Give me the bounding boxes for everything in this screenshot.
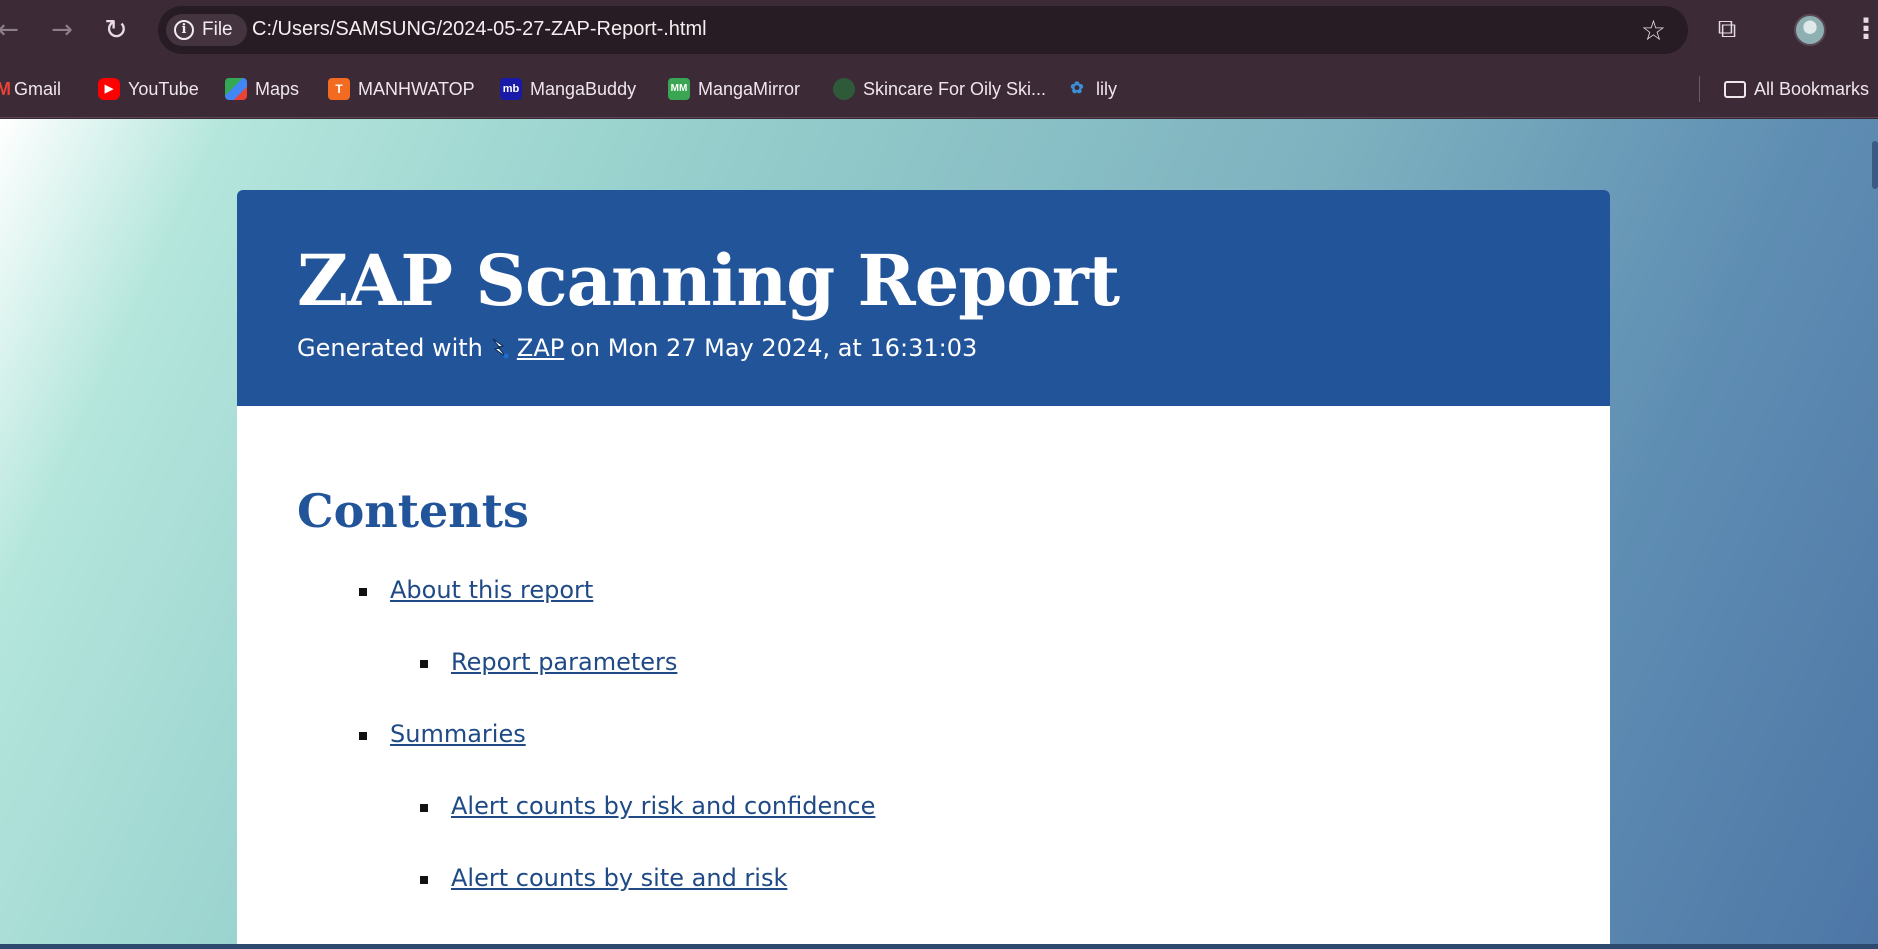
toc-item: About this report [297,576,1550,648]
menu-icon[interactable]: ⋮ [1852,12,1878,45]
all-bookmarks-button[interactable]: All Bookmarks [1724,74,1869,104]
extensions-icon[interactable]: ⧉ [1712,14,1742,44]
bookmark-label: MangaBuddy [530,78,637,99]
generated-suffix: on Mon 27 May 2024, at 16:31:03 [570,334,978,362]
bookmark-label: Skincare For Oily Ski... [863,78,1047,99]
toc-link-summaries[interactable]: Summaries [390,720,526,748]
gmail-icon: M [0,79,11,99]
toc-item: Alert counts by risk and confidence [297,792,1550,864]
report-card: ZAP Scanning Report Generated with ZAP o… [237,190,1610,949]
bullet-icon [359,588,367,596]
bookmark-skincare[interactable]: Skincare For Oily Ski... [833,74,1046,104]
report-header: ZAP Scanning Report Generated with ZAP o… [237,190,1610,406]
manhwatop-icon: T [328,78,350,100]
reload-button[interactable]: ↻ [98,12,134,48]
address-bar[interactable]: i File C:/Users/SAMSUNG/2024-05-27-ZAP-R… [158,6,1688,54]
bookmark-maps[interactable]: Maps [225,74,299,104]
scrollbar-thumb[interactable] [1872,141,1878,189]
report-title: ZAP Scanning Report [297,239,1120,322]
bookmarks-bar: M Gmail ▶ YouTube Maps T MANHWATOP mb Ma… [0,60,1878,118]
bookmark-lily[interactable]: ✿ lily [1066,74,1117,104]
contents-heading: Contents [297,484,529,538]
mangamirror-icon: MM [668,78,690,100]
back-button[interactable]: ← [0,12,26,48]
all-bookmarks-label: All Bookmarks [1754,78,1870,99]
bookmark-mangabuddy[interactable]: mb MangaBuddy [500,74,636,104]
generated-prefix: Generated with [297,334,483,362]
folder-icon [1724,80,1746,98]
site-info-chip[interactable]: i File [166,14,247,46]
bookmark-label: lily [1096,78,1117,99]
browser-toolbar: ← → ↻ i File C:/Users/SAMSUNG/2024-05-27… [0,0,1878,60]
mangabuddy-icon: mb [500,78,522,100]
bookmark-mangamirror[interactable]: MM MangaMirror [668,74,800,104]
bottom-edge [0,944,1878,949]
bookmark-star-icon[interactable]: ☆ [1641,14,1666,47]
toc-link-alert-counts-risk-confidence[interactable]: Alert counts by risk and confidence [451,792,875,820]
bookmark-manhwatop[interactable]: T MANHWATOP [328,74,475,104]
maps-icon [225,78,247,100]
toc-item: Summaries [297,720,1550,792]
toc-item: Alert counts by site and risk [297,864,1550,936]
skincare-icon [833,78,855,100]
info-icon: i [174,20,194,40]
toc-link-about-this-report[interactable]: About this report [390,576,593,604]
contents-section: Contents About this report Report parame… [237,406,1610,936]
youtube-icon: ▶ [98,78,120,100]
bullet-icon [420,876,428,884]
bullet-icon [420,660,428,668]
forward-button[interactable]: → [44,12,80,48]
page-viewport[interactable]: ZAP Scanning Report Generated with ZAP o… [0,119,1878,949]
generated-line: Generated with ZAP on Mon 27 May 2024, a… [297,334,1550,362]
url-text[interactable]: C:/Users/SAMSUNG/2024-05-27-ZAP-Report-.… [252,18,707,41]
toc-link-report-parameters[interactable]: Report parameters [451,648,677,676]
zap-link[interactable]: ZAP [517,334,564,362]
site-info-label: File [202,19,233,40]
bookmarks-divider [1699,76,1700,102]
bullet-icon [359,732,367,740]
bookmark-label: MangaMirror [698,78,801,99]
bookmark-youtube[interactable]: ▶ YouTube [98,74,199,104]
zap-logo-icon [489,336,511,360]
bookmark-gmail[interactable]: M Gmail [0,74,61,104]
lily-icon: ✿ [1070,80,1084,97]
bookmark-label: Gmail [14,78,62,99]
toc-item: Report parameters [297,648,1550,720]
bookmark-label: MANHWATOP [358,78,475,99]
bullet-icon [420,804,428,812]
bookmark-label: Maps [255,78,300,99]
profile-avatar[interactable] [1794,14,1826,46]
toc-link-alert-counts-site-risk[interactable]: Alert counts by site and risk [451,864,787,892]
bookmark-label: YouTube [128,78,199,99]
